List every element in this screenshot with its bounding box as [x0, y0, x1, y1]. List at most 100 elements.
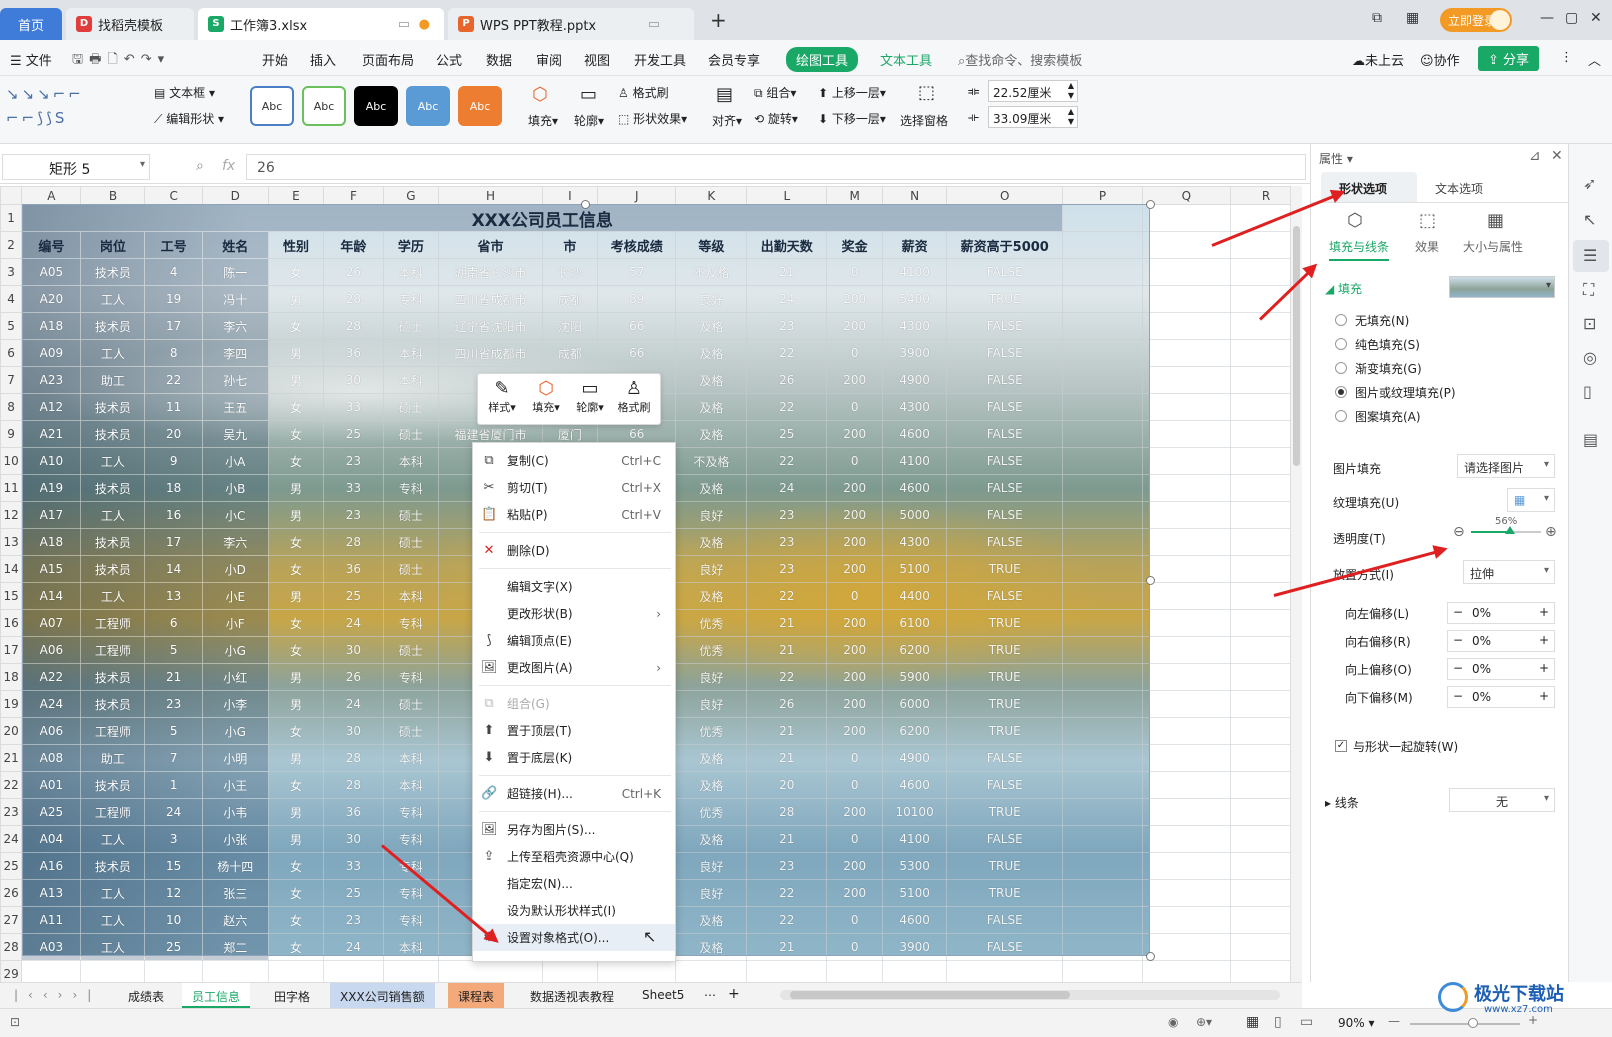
empty-cell[interactable]: [1141, 501, 1232, 529]
style-preset-2[interactable]: Abc: [302, 86, 346, 126]
menu-text-tools[interactable]: 文本工具: [880, 50, 932, 69]
empty-cell[interactable]: [1062, 960, 1143, 982]
menu-edit-text[interactable]: 编辑文字(X): [473, 573, 675, 600]
vertical-scrollbar[interactable]: [1290, 186, 1302, 982]
empty-cell[interactable]: [597, 960, 677, 982]
menu-assign-macro[interactable]: 指定宏(N)...: [473, 870, 675, 897]
column-header[interactable]: E: [267, 186, 325, 205]
empty-cell[interactable]: [1141, 258, 1232, 286]
menu-hyperlink[interactable]: 🔗 超链接(H)... Ctrl+K: [473, 780, 675, 807]
empty-cell[interactable]: [1141, 555, 1232, 583]
row-header[interactable]: 2: [0, 231, 23, 259]
page-layout-view-icon[interactable]: ▯: [1274, 1014, 1282, 1030]
empty-cell[interactable]: [541, 960, 599, 982]
radio-pattern-fill[interactable]: [1335, 410, 1347, 422]
row-header[interactable]: 7: [0, 366, 23, 394]
subtab-effect[interactable]: 效果: [1415, 238, 1439, 255]
menu-view[interactable]: 视图: [584, 50, 610, 69]
empty-cell[interactable]: [1141, 798, 1232, 826]
subtab-fill-line[interactable]: 填充与线条: [1329, 238, 1390, 261]
row-header[interactable]: 24: [0, 825, 23, 853]
corner-cell[interactable]: [0, 186, 23, 205]
h-scrollbar-thumb[interactable]: [790, 991, 1070, 999]
row-header[interactable]: 3: [0, 258, 23, 286]
tab-template[interactable]: D 找稻壳模板: [66, 8, 194, 40]
column-header[interactable]: M: [826, 186, 883, 205]
empty-cell[interactable]: [1141, 447, 1232, 475]
rotate-with-shape-checkbox[interactable]: ✓: [1335, 740, 1347, 752]
transparency-minus-icon[interactable]: ⊖: [1453, 524, 1465, 540]
style-preset-5[interactable]: Abc: [458, 86, 502, 126]
resize-handle-top-right[interactable]: [1146, 200, 1155, 209]
empty-cell[interactable]: [80, 960, 146, 982]
row-header[interactable]: 12: [0, 501, 23, 529]
column-header[interactable]: C: [144, 186, 203, 205]
offset-value[interactable]: 0%: [1472, 634, 1491, 648]
resize-handle-top[interactable]: [581, 200, 590, 209]
mini-style-button[interactable]: ✎ 样式▾: [480, 378, 524, 415]
pin-icon[interactable]: ⊿: [1529, 148, 1541, 164]
horizontal-scrollbar[interactable]: [780, 990, 1280, 1000]
empty-cell[interactable]: [1141, 960, 1232, 982]
offset-value[interactable]: 0%: [1472, 690, 1491, 704]
sheet-nav-arrows[interactable]: |‹‹››|: [4, 983, 111, 1008]
empty-cell[interactable]: [1141, 231, 1232, 259]
textbox-button[interactable]: ▤ 文本框 ▾: [154, 84, 215, 101]
menu-start[interactable]: 开始: [262, 50, 288, 69]
tab-home[interactable]: 首页: [0, 8, 62, 40]
row-header[interactable]: 9: [0, 420, 23, 448]
column-header[interactable]: H: [438, 186, 543, 205]
style-preset-4[interactable]: Abc: [406, 86, 450, 126]
formula-input[interactable]: 26: [246, 154, 1306, 180]
menu-change-picture[interactable]: 🖼 更改图片(A) ›: [473, 654, 675, 681]
close-icon[interactable]: ✕: [1590, 10, 1602, 26]
send-backward-button[interactable]: ⬇ 下移一层▾: [818, 110, 886, 127]
tab-ppt[interactable]: P WPS PPT教程.pptx ▭: [448, 8, 694, 40]
radio-solid-fill[interactable]: [1335, 338, 1347, 350]
layout-icon[interactable]: ⧉: [1372, 10, 1382, 26]
radio-no-fill[interactable]: [1335, 314, 1347, 326]
menu-copy[interactable]: ⧉ 复制(C) Ctrl+C: [473, 447, 675, 474]
menu-change-shape[interactable]: 更改形状(B) ›: [473, 600, 675, 627]
menu-draw-tools[interactable]: 绘图工具: [786, 47, 859, 72]
empty-cell[interactable]: [267, 960, 325, 982]
outline-button[interactable]: 轮廓▾: [574, 112, 604, 129]
zoom-slider[interactable]: [1410, 1018, 1520, 1028]
style-preset-1[interactable]: Abc: [250, 86, 294, 126]
form-icon[interactable]: ▤: [1583, 430, 1598, 449]
row-header[interactable]: 21: [0, 744, 23, 772]
empty-cell[interactable]: [21, 960, 82, 982]
tab-workbook[interactable]: S 工作簿3.xlsx ▭ ●: [198, 8, 444, 40]
empty-cell[interactable]: [1141, 879, 1232, 907]
page-break-view-icon[interactable]: ▭: [1300, 1014, 1313, 1030]
menu-group[interactable]: ⧉ 组合(G): [473, 690, 675, 717]
empty-cell[interactable]: [201, 960, 269, 982]
login-button[interactable]: 立即登录: [1440, 8, 1512, 32]
close-panel-icon[interactable]: ✕: [1551, 148, 1563, 164]
file-menu[interactable]: ☰ 文件: [10, 50, 52, 69]
column-header[interactable]: F: [323, 186, 384, 205]
apps-grid-icon[interactable]: ▦: [1406, 10, 1419, 26]
more-icon[interactable]: ⋮: [1560, 50, 1573, 65]
column-header[interactable]: N: [881, 186, 948, 205]
zoom-search-icon[interactable]: ⌕: [196, 158, 204, 174]
add-sheet-icon[interactable]: +: [718, 983, 750, 1008]
empty-cell[interactable]: [1141, 582, 1232, 610]
collab-button[interactable]: ☺协作: [1420, 50, 1460, 69]
zoom-level[interactable]: 90% ▾: [1338, 1016, 1375, 1030]
sheet-tab-employees[interactable]: 员工信息: [182, 983, 251, 1008]
row-header[interactable]: 17: [0, 636, 23, 664]
plus-icon[interactable]: +: [1539, 689, 1549, 703]
empty-cell[interactable]: [746, 960, 828, 982]
row-header[interactable]: 1: [0, 204, 23, 232]
plus-icon[interactable]: +: [1539, 633, 1549, 647]
edit-shape-button[interactable]: ⟋ 编辑形状 ▾: [154, 110, 224, 127]
menu-member[interactable]: 会员专享: [708, 50, 760, 69]
row-header[interactable]: 11: [0, 474, 23, 502]
menu-bring-to-front[interactable]: ⬆ 置于顶层(T): [473, 717, 675, 744]
column-header[interactable]: Q: [1141, 186, 1232, 205]
panel-title[interactable]: 属性 ▾: [1319, 150, 1353, 167]
column-header[interactable]: P: [1062, 186, 1143, 205]
fill-section-toggle[interactable]: ◢ 填充: [1325, 280, 1362, 297]
empty-cell[interactable]: [1141, 717, 1232, 745]
